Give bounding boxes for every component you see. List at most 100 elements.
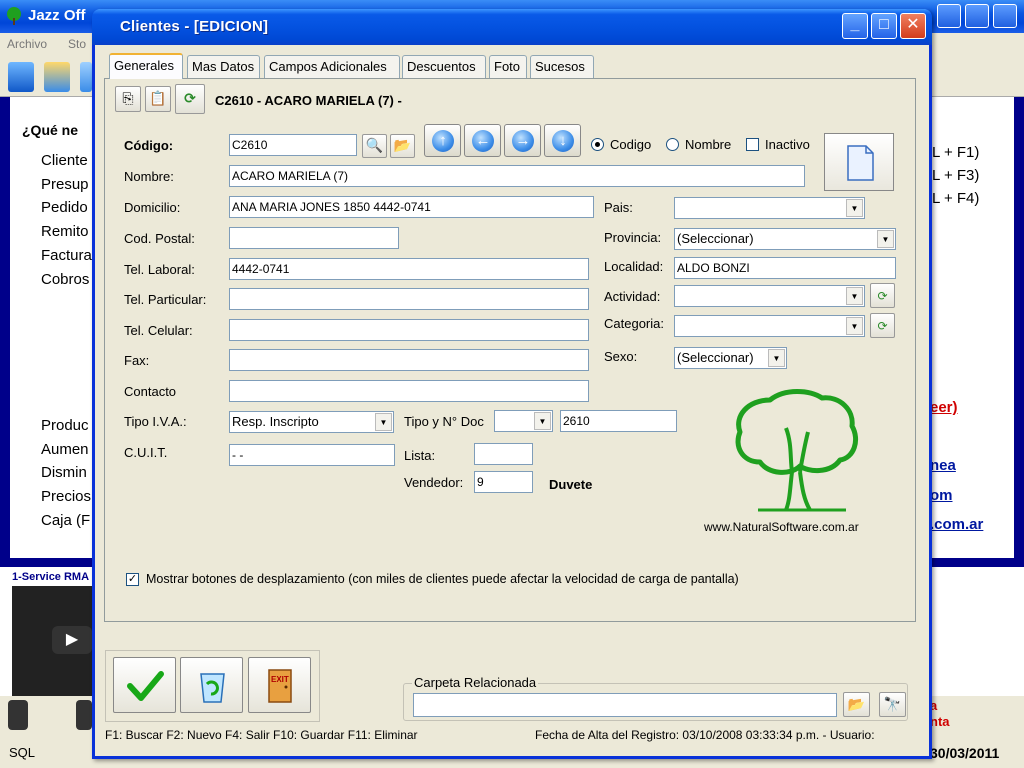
link-clientes[interactable]: Cliente xyxy=(41,152,88,169)
categoria-select[interactable]: ▼ xyxy=(674,315,865,337)
cuit-input[interactable]: - - xyxy=(229,444,395,466)
save-button[interactable] xyxy=(113,657,176,713)
nav-prev-button[interactable]: ← xyxy=(464,124,501,157)
copy-button[interactable]: ⎘ xyxy=(115,86,141,112)
tab-generales[interactable]: Generales xyxy=(109,53,183,79)
new-document-button[interactable] xyxy=(824,133,894,191)
nombre-label: Nombre: xyxy=(124,169,174,184)
domicilio-input[interactable]: ANA MARIA JONES 1850 4442-0741 xyxy=(229,196,594,218)
open-folder-button[interactable]: 📂 xyxy=(390,134,415,158)
chevron-down-icon[interactable]: ▼ xyxy=(846,317,863,335)
chevron-down-icon[interactable]: ▼ xyxy=(768,349,785,367)
link-aumento[interactable]: Aumen xyxy=(41,441,89,458)
tab-foto[interactable]: Foto xyxy=(489,55,527,78)
pais-select[interactable]: ▼ xyxy=(674,197,865,219)
link-caja[interactable]: Caja (F xyxy=(41,512,90,529)
toolbar-icon[interactable] xyxy=(80,62,92,92)
categoria-refresh-button[interactable]: ⟳ xyxy=(870,313,895,338)
link-facturas[interactable]: Factura xyxy=(41,247,92,264)
chevron-down-icon[interactable]: ▼ xyxy=(375,413,392,431)
main-minimize-button[interactable] xyxy=(937,4,961,28)
traffic-light-icon xyxy=(76,700,92,730)
vendedor-label: Vendedor: xyxy=(404,475,464,490)
nav-down-button[interactable]: ↓ xyxy=(544,124,581,157)
chevron-down-icon[interactable]: ▼ xyxy=(846,287,863,305)
chevron-down-icon[interactable]: ▼ xyxy=(846,199,863,217)
tipo-iva-label: Tipo I.V.A.: xyxy=(124,414,187,429)
shortcut-hint: L + F3) xyxy=(932,167,980,184)
contacto-label: Contacto xyxy=(124,384,177,399)
vendedor-input[interactable]: 9 xyxy=(474,471,533,493)
carpeta-input[interactable] xyxy=(413,693,837,717)
status-text: nta xyxy=(930,714,950,729)
right-link[interactable]: eer) xyxy=(930,399,958,416)
arrow-up-icon: ↑ xyxy=(432,130,454,152)
link-cobros[interactable]: Cobros xyxy=(41,271,89,288)
tipo-iva-select[interactable]: Resp. Inscripto ▼ xyxy=(229,411,394,433)
menu-archivo[interactable]: Archivo xyxy=(7,37,47,51)
record-title: C2610 - ACARO MARIELA (7) - xyxy=(215,93,402,108)
document-icon xyxy=(847,145,874,181)
search-codigo-button[interactable]: 🔍 xyxy=(362,134,387,158)
link-remitos[interactable]: Remito xyxy=(41,223,89,240)
tab-descuentos[interactable]: Descuentos xyxy=(402,55,486,78)
link-precios[interactable]: Precios xyxy=(41,488,91,505)
lista-input[interactable] xyxy=(474,443,533,465)
link-productos[interactable]: Produc xyxy=(41,417,89,434)
link-disminucion[interactable]: Dismin xyxy=(41,464,87,481)
website-text: www.NaturalSoftware.com.ar xyxy=(704,520,859,534)
tree-app-icon xyxy=(7,7,21,25)
localidad-input[interactable]: ALDO BONZI xyxy=(674,257,896,279)
chevron-down-icon[interactable]: ▼ xyxy=(534,412,551,430)
dialog-maximize-button[interactable]: □ xyxy=(871,13,897,39)
right-link[interactable]: nea xyxy=(930,457,956,474)
tel-celular-input[interactable] xyxy=(229,319,589,341)
fax-input[interactable] xyxy=(229,349,589,371)
nav-next-button[interactable]: → xyxy=(504,124,541,157)
refresh-icon: ⟳ xyxy=(877,319,888,333)
provincia-label: Provincia: xyxy=(604,230,662,245)
cod-postal-input[interactable] xyxy=(229,227,399,249)
search-folder-button[interactable]: 🔭 xyxy=(879,692,906,717)
tab-sucesos[interactable]: Sucesos xyxy=(530,55,594,78)
tab-campos-adicionales[interactable]: Campos Adicionales xyxy=(264,55,400,78)
show-nav-checkbox[interactable]: ✓ xyxy=(126,573,139,586)
refresh-icon: ⟳ xyxy=(184,90,196,106)
nav-up-button[interactable]: ↑ xyxy=(424,124,461,157)
main-close-button[interactable] xyxy=(993,4,1017,28)
codigo-radio[interactable] xyxy=(591,138,604,151)
provincia-select[interactable]: (Seleccionar) ▼ xyxy=(674,228,896,250)
toolbar-edit-icon[interactable] xyxy=(44,62,70,92)
tipo-doc-select[interactable]: ▼ xyxy=(494,410,553,432)
paste-button[interactable]: 📋 xyxy=(145,86,171,112)
refresh-record-button[interactable]: ⟳ xyxy=(175,84,205,114)
right-link[interactable]: om xyxy=(930,487,953,504)
main-maximize-button[interactable] xyxy=(965,4,989,28)
right-link[interactable]: .com.ar xyxy=(930,516,983,533)
link-pedidos[interactable]: Pedido xyxy=(41,199,88,216)
tel-laboral-input[interactable]: 4442-0741 xyxy=(229,258,589,280)
menu-stock[interactable]: Sto xyxy=(68,37,86,51)
tab-mas-datos[interactable]: Mas Datos xyxy=(187,55,260,78)
codigo-input[interactable]: C2610 xyxy=(229,134,357,156)
nombre-input[interactable]: ACARO MARIELA (7) xyxy=(229,165,805,187)
actividad-select[interactable]: ▼ xyxy=(674,285,865,307)
link-presupuestos[interactable]: Presup xyxy=(41,176,89,193)
nombre-radio[interactable] xyxy=(666,138,679,151)
tel-particular-input[interactable] xyxy=(229,288,589,310)
toolbar-book-icon[interactable] xyxy=(8,62,34,92)
dialog-close-button[interactable]: ✕ xyxy=(900,13,926,39)
delete-button[interactable] xyxy=(180,657,243,713)
dialog-minimize-button[interactable]: _ xyxy=(842,13,868,39)
chevron-down-icon[interactable]: ▼ xyxy=(877,230,894,248)
main-window-title: Jazz Off xyxy=(28,7,86,24)
contacto-input[interactable] xyxy=(229,380,589,402)
browse-folder-button[interactable]: 📂 xyxy=(843,692,870,717)
inactivo-checkbox[interactable] xyxy=(746,138,759,151)
panel-heading: ¿Qué ne xyxy=(22,122,79,138)
exit-button[interactable]: EXIT xyxy=(248,657,311,713)
actividad-refresh-button[interactable]: ⟳ xyxy=(870,283,895,308)
numero-doc-input[interactable]: 2610 xyxy=(560,410,677,432)
sexo-select[interactable]: (Seleccionar) ▼ xyxy=(674,347,787,369)
play-icon[interactable]: ▶ xyxy=(52,626,92,654)
